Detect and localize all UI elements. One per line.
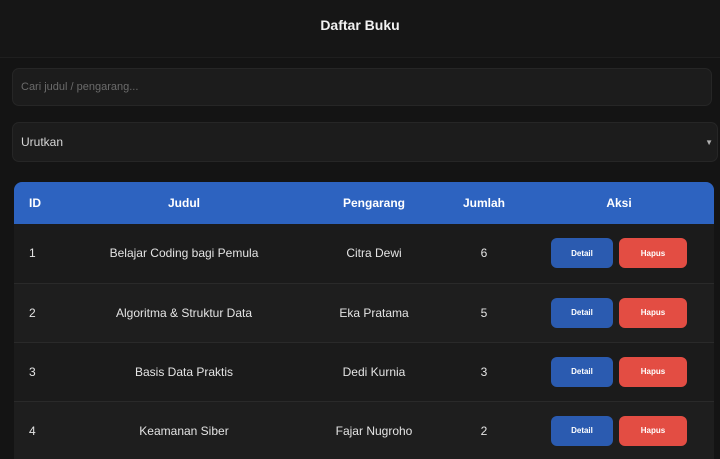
detail-button[interactable]: Detail — [551, 415, 613, 446]
hapus-button[interactable]: Hapus — [619, 356, 687, 387]
cell-jumlah: 6 — [480, 246, 488, 261]
cell-judul: Algoritma & Struktur Data — [115, 305, 253, 320]
app-window: Daftar Buku Cari judul / pengarang... Ur… — [0, 0, 720, 459]
cell-pengarang: Dedi Kurnia — [342, 364, 406, 379]
cell-id: 2 — [29, 305, 36, 320]
column-header-jumlah: Jumlah — [462, 196, 505, 210]
column-header-aksi: Aksi — [606, 196, 632, 210]
detail-button[interactable]: Detail — [551, 297, 613, 328]
detail-button[interactable]: Detail — [551, 356, 613, 387]
cell-judul: Basis Data Praktis — [134, 364, 234, 379]
column-header-id: ID — [29, 196, 41, 210]
cell-aksi: Detail Hapus — [524, 224, 714, 283]
cell-pengarang: Fajar Nugroho — [335, 423, 413, 438]
hapus-button[interactable]: Hapus — [619, 238, 687, 269]
table-header: ID Judul Pengarang Jumlah Aksi — [14, 182, 714, 224]
column-header-pengarang: Pengarang — [342, 196, 405, 210]
hapus-button[interactable]: Hapus — [619, 297, 687, 328]
search-input[interactable]: Cari judul / pengarang... — [12, 68, 712, 106]
cell-id: 4 — [29, 423, 36, 438]
cell-jumlah: 2 — [480, 423, 488, 438]
cell-aksi: Detail Hapus — [524, 342, 714, 401]
cell-aksi: Detail Hapus — [524, 401, 714, 459]
cell-aksi: Detail Hapus — [524, 283, 714, 342]
search-placeholder: Cari judul / pengarang... — [21, 81, 139, 93]
table-row: 2 Algoritma & Struktur Data Eka Pratama … — [14, 283, 714, 342]
cell-pengarang: Eka Pratama — [339, 305, 409, 320]
table-row: 1 Belajar Coding bagi Pemula Citra Dewi … — [14, 224, 714, 283]
table-row: 3 Basis Data Praktis Dedi Kurnia 3 Detai… — [14, 342, 714, 401]
hapus-button[interactable]: Hapus — [619, 415, 687, 446]
column-header-judul: Judul — [168, 196, 200, 210]
cell-id: 1 — [29, 246, 36, 261]
sort-select[interactable]: Urutkan ▼ — [12, 122, 718, 162]
detail-button[interactable]: Detail — [551, 238, 613, 269]
top-bar: Daftar Buku — [0, 0, 720, 58]
book-table: ID Judul Pengarang Jumlah Aksi 1 Belajar… — [14, 182, 714, 459]
cell-id: 3 — [29, 364, 36, 379]
page-title: Daftar Buku — [320, 16, 400, 33]
cell-judul: Belajar Coding bagi Pemula — [109, 246, 259, 261]
sort-label: Urutkan — [21, 135, 64, 149]
cell-jumlah: 5 — [480, 305, 488, 320]
table-row: 4 Keamanan Siber Fajar Nugroho 2 Detail H… — [14, 401, 714, 459]
cell-judul: Keamanan Siber — [139, 423, 229, 438]
cell-jumlah: 3 — [480, 364, 488, 379]
cell-pengarang: Citra Dewi — [346, 246, 402, 261]
chevron-down-icon: ▼ — [705, 137, 713, 147]
